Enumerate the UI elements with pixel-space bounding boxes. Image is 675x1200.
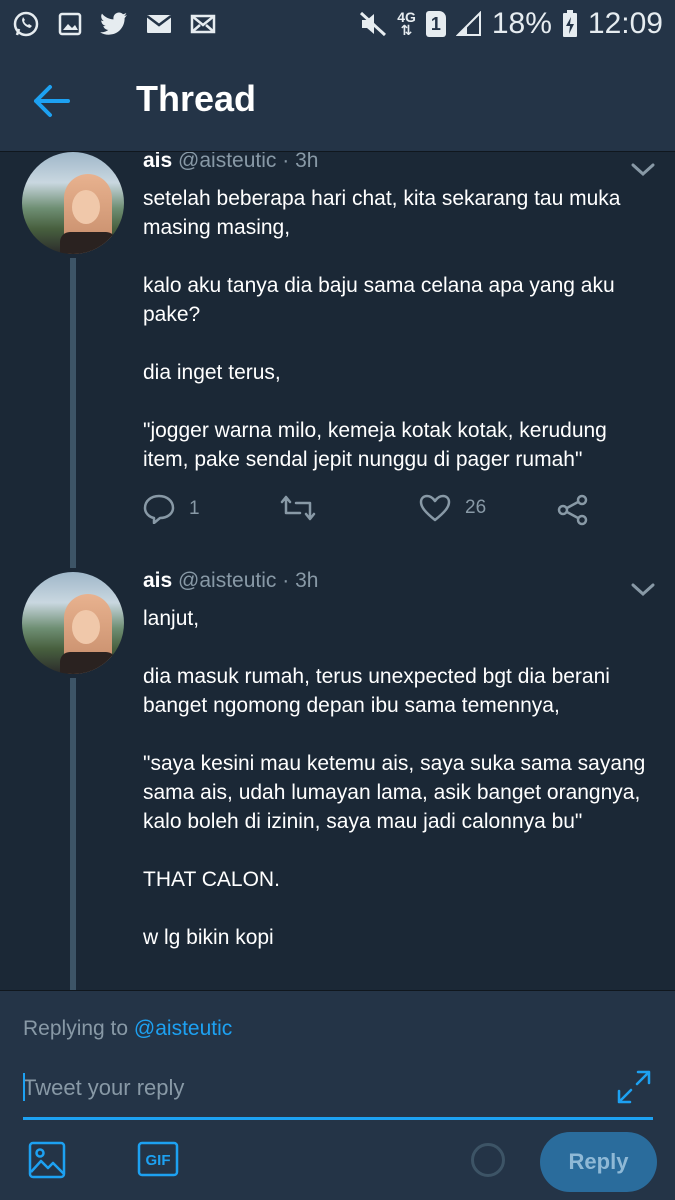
back-arrow-icon <box>34 85 70 117</box>
replying-to: Replying to @aisteutic <box>23 1017 232 1041</box>
gif-icon: GIF <box>137 1141 179 1177</box>
tweet-text: setelah beberapa hari chat, kita sekaran… <box>143 184 648 474</box>
separator-dot: · <box>282 152 290 172</box>
gallery-icon <box>58 12 82 36</box>
tweet-paragraph: dia masuk rumah, terus unexpected bgt di… <box>143 665 610 717</box>
network-type: 4G ⇅ <box>397 9 416 38</box>
page-title: Thread <box>136 78 257 119</box>
replying-prefix: Replying to <box>23 1017 129 1040</box>
character-counter <box>471 1143 505 1177</box>
expand-composer-button[interactable] <box>616 1069 652 1105</box>
comment-icon <box>143 494 175 524</box>
mail-icon <box>146 14 172 34</box>
chevron-down-icon[interactable] <box>630 582 656 598</box>
heart-icon <box>419 494 451 522</box>
gif-label: GIF <box>146 1152 171 1169</box>
tweet-paragraph: kalo aku tanya dia baju sama celana apa … <box>143 274 615 326</box>
input-underline <box>23 1117 653 1120</box>
tweet-paragraph: dia inget terus, <box>143 361 281 384</box>
reply-count: 1 <box>189 498 200 519</box>
tweet-time: 3h <box>295 152 319 172</box>
like-action[interactable]: 26 <box>419 494 486 522</box>
author-name[interactable]: ais <box>143 152 172 172</box>
reply-action[interactable]: 1 <box>143 494 200 524</box>
tweet-time: 3h <box>295 569 319 592</box>
share-action[interactable] <box>557 494 589 526</box>
mute-icon <box>359 11 387 37</box>
mail-outline-icon <box>190 14 216 34</box>
thread-feed[interactable]: ais @aisteutic · 3h setelah beberapa har… <box>0 152 675 990</box>
retweet-action[interactable] <box>280 494 316 522</box>
author-name[interactable]: ais <box>143 569 172 592</box>
battery-charging-icon <box>562 10 578 38</box>
reply-composer: Replying to @aisteutic GIF Reply <box>0 990 675 1200</box>
avatar[interactable] <box>22 572 124 674</box>
back-button[interactable] <box>32 84 72 118</box>
app-header: Thread <box>0 48 675 152</box>
text-cursor <box>23 1073 25 1101</box>
like-count: 26 <box>465 497 487 518</box>
status-bar: 4G ⇅ 1 18% 12:09 <box>0 0 675 48</box>
share-icon <box>557 494 588 526</box>
reply-input[interactable] <box>23 1069 603 1107</box>
clock: 12:09 <box>587 7 663 40</box>
tweet-text: lanjut, dia masuk rumah, terus unexpecte… <box>143 604 648 952</box>
avatar-clothing <box>60 232 116 254</box>
replying-handle[interactable]: @aisteutic <box>134 1017 232 1040</box>
author-handle[interactable]: @aisteutic <box>178 152 276 172</box>
avatar-clothing <box>60 652 116 674</box>
retweet-icon <box>280 495 316 521</box>
author-handle[interactable]: @aisteutic <box>178 569 276 592</box>
image-icon <box>28 1141 66 1179</box>
avatar-face <box>72 610 100 644</box>
tweet-paragraph: setelah beberapa hari chat, kita sekaran… <box>143 187 621 239</box>
separator-dot: · <box>282 569 290 592</box>
sim-indicator: 1 <box>425 11 446 37</box>
twitter-icon <box>100 12 128 36</box>
expand-icon <box>617 1070 651 1104</box>
chevron-down-icon[interactable] <box>630 162 656 178</box>
avatar-face <box>72 190 100 224</box>
tweet-paragraph: lanjut, <box>143 607 200 630</box>
whatsapp-icon <box>12 10 40 38</box>
tweet[interactable]: ais @aisteutic · 3h lanjut, dia masuk ru… <box>0 569 675 990</box>
tweet-paragraph: "saya kesini mau ketemu ais, saya suka s… <box>143 752 646 833</box>
add-gif-button[interactable]: GIF <box>137 1141 179 1177</box>
thread-connector <box>70 678 76 990</box>
battery-percent: 18% <box>491 7 552 40</box>
tweet-paragraph: w lg bikin kopi <box>143 926 274 949</box>
signal-icon <box>455 11 482 37</box>
tweet[interactable]: ais @aisteutic · 3h setelah beberapa har… <box>0 152 675 572</box>
avatar[interactable] <box>22 152 124 254</box>
reply-button[interactable]: Reply <box>540 1132 657 1192</box>
tweet-actions: 1 26 <box>143 494 603 528</box>
add-media-button[interactable] <box>28 1141 66 1179</box>
tweet-paragraph: "jogger warna milo, kemeja kotak kotak, … <box>143 419 607 471</box>
tweet-header: ais @aisteutic · 3h <box>143 569 318 593</box>
tweet-paragraph: THAT CALON. <box>143 868 280 891</box>
tweet-header: ais @aisteutic · 3h <box>143 152 318 173</box>
thread-connector <box>70 258 76 568</box>
